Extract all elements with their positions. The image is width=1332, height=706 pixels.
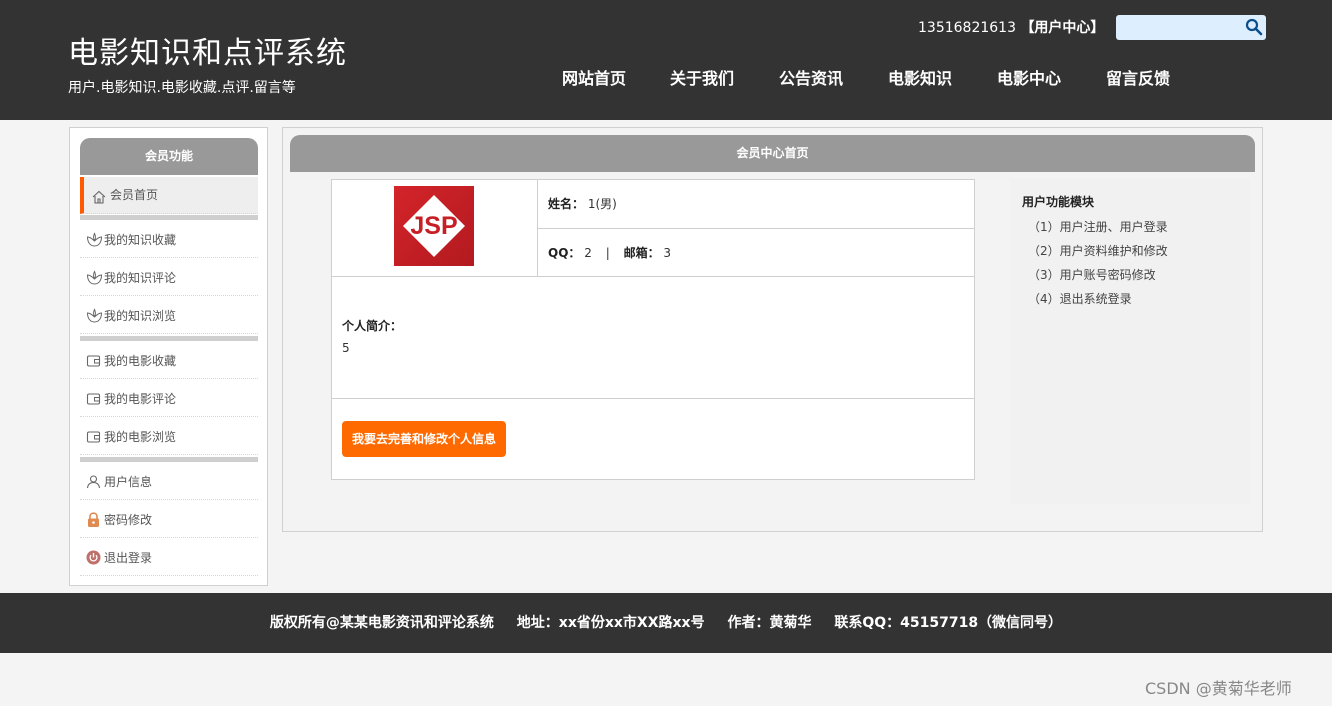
action-cell: 我要去完善和修改个人信息 (332, 399, 974, 479)
footer-address: 地址：xx省份xx市XX路xx号 (516, 615, 705, 631)
sidebar-item-logout[interactable]: 退出登录 (80, 539, 258, 576)
user-icon (86, 474, 102, 490)
function-module-title: 用户功能模块 (1022, 195, 1095, 209)
power-icon (86, 550, 102, 566)
sidebar-item-label: 我的电影评论 (104, 392, 177, 406)
name-value: 1(男) (587, 197, 617, 211)
edit-profile-button[interactable]: 我要去完善和修改个人信息 (342, 421, 506, 457)
sidebar-item-movie-history[interactable]: 我的电影浏览 (80, 418, 258, 455)
sidebar-item-movie-favorites[interactable]: 我的电影收藏 (80, 342, 258, 379)
sidebar-item-label: 用户信息 (104, 475, 153, 489)
search-input[interactable] (1120, 18, 1240, 37)
user-center-link[interactable]: 【用户中心】 (1020, 20, 1104, 36)
sidebar-divider (80, 457, 258, 462)
user-area: 13516821613 【用户中心】 (918, 18, 1104, 38)
wallet-icon (86, 353, 102, 369)
function-item: （2）用户资料维护和修改 (1028, 244, 1168, 258)
site-footer: 版权所有@某某电影资讯和评论系统 地址：xx省份xx市XX路xx号 作者：黄菊华… (0, 593, 1332, 653)
avatar-cell: JSP (332, 180, 538, 277)
nav-movie-knowledge[interactable]: 电影知识 (888, 66, 952, 92)
footer-contact: 联系QQ：45157718（微信同号） (834, 615, 1063, 631)
qq-value: 2 (584, 246, 592, 260)
sidebar-divider (80, 336, 258, 341)
member-home-panel: 会员中心首页 JSP 姓名： 1(男) QQ： 2 | 邮箱： 3 个人简介： … (282, 127, 1263, 532)
sidebar-item-knowledge-comments[interactable]: 我的知识评论 (80, 259, 258, 296)
sidebar-item-label: 我的电影浏览 (104, 430, 177, 444)
name-label: 姓名： (548, 197, 585, 211)
separator: | (605, 246, 610, 260)
intro-label: 个人简介： (342, 319, 403, 333)
wallet-icon (86, 391, 102, 407)
user-phone: 13516821613 (918, 20, 1016, 36)
contact-cell: QQ： 2 | 邮箱： 3 (538, 229, 974, 277)
function-item: （3）用户账号密码修改 (1028, 268, 1156, 282)
lotus-icon (86, 232, 103, 248)
email-label: 邮箱： (623, 246, 660, 260)
sidebar-item-label: 会员首页 (110, 188, 159, 202)
site-title: 电影知识和点评系统 (68, 36, 347, 71)
intro-value: 5 (342, 341, 350, 355)
sidebar-item-label: 退出登录 (104, 551, 153, 565)
qq-label: QQ： (548, 246, 581, 260)
nav-movie-center[interactable]: 电影中心 (997, 66, 1061, 92)
home-icon (92, 190, 108, 206)
lotus-icon (86, 270, 103, 286)
nav-news[interactable]: 公告资讯 (779, 66, 843, 92)
profile-table: JSP 姓名： 1(男) QQ： 2 | 邮箱： 3 个人简介： 5 我要去完善… (331, 179, 975, 480)
footer-author: 作者：黄菊华 (727, 615, 812, 631)
watermark: CSDN @黄菊华老师 (1145, 679, 1292, 698)
sidebar-item-label: 我的电影收藏 (104, 354, 177, 368)
search-icon[interactable] (1245, 18, 1263, 36)
sidebar-item-label: 我的知识收藏 (104, 233, 177, 247)
search-box (1116, 15, 1266, 40)
function-item: （1）用户注册、用户登录 (1028, 220, 1168, 234)
lotus-icon (86, 308, 103, 324)
intro-cell: 个人简介： 5 (332, 277, 974, 399)
sidebar-title: 会员功能 (80, 138, 258, 175)
name-cell: 姓名： 1(男) (538, 180, 974, 229)
function-module-box: 用户功能模块 （1）用户注册、用户登录 （2）用户资料维护和修改 （3）用户账号… (1010, 179, 1250, 504)
email-value: 3 (663, 246, 672, 260)
sidebar-item-label: 密码修改 (104, 513, 153, 527)
panel-title: 会员中心首页 (290, 135, 1255, 172)
wallet-icon (86, 429, 102, 445)
site-subtitle: 用户.电影知识.电影收藏.点评.留言等 (68, 80, 296, 96)
sidebar-item-movie-comments[interactable]: 我的电影评论 (80, 380, 258, 417)
lock-icon (86, 512, 102, 528)
avatar: JSP (394, 186, 474, 266)
sidebar-item-label: 我的知识浏览 (104, 309, 177, 323)
sidebar-item-knowledge-favorites[interactable]: 我的知识收藏 (80, 221, 258, 258)
nav-about[interactable]: 关于我们 (670, 66, 734, 92)
member-sidebar: 会员功能 会员首页 我的知识收藏 我的知识评论 我的知识浏览 我的电影收藏 我的… (69, 127, 268, 586)
nav-home[interactable]: 网站首页 (562, 66, 626, 92)
sidebar-item-knowledge-history[interactable]: 我的知识浏览 (80, 297, 258, 334)
sidebar-item-member-home[interactable]: 会员首页 (80, 177, 258, 214)
sidebar-item-user-info[interactable]: 用户信息 (80, 463, 258, 500)
sidebar-item-label: 我的知识评论 (104, 271, 177, 285)
footer-copyright: 版权所有@某某电影资讯和评论系统 (269, 615, 494, 631)
avatar-text: JSP (410, 212, 457, 240)
function-item: （4）退出系统登录 (1028, 292, 1132, 306)
nav-feedback[interactable]: 留言反馈 (1106, 66, 1170, 92)
sidebar-item-change-password[interactable]: 密码修改 (80, 501, 258, 538)
sidebar-divider (80, 215, 258, 220)
site-header: 电影知识和点评系统 用户.电影知识.电影收藏.点评.留言等 1351682161… (0, 0, 1332, 120)
